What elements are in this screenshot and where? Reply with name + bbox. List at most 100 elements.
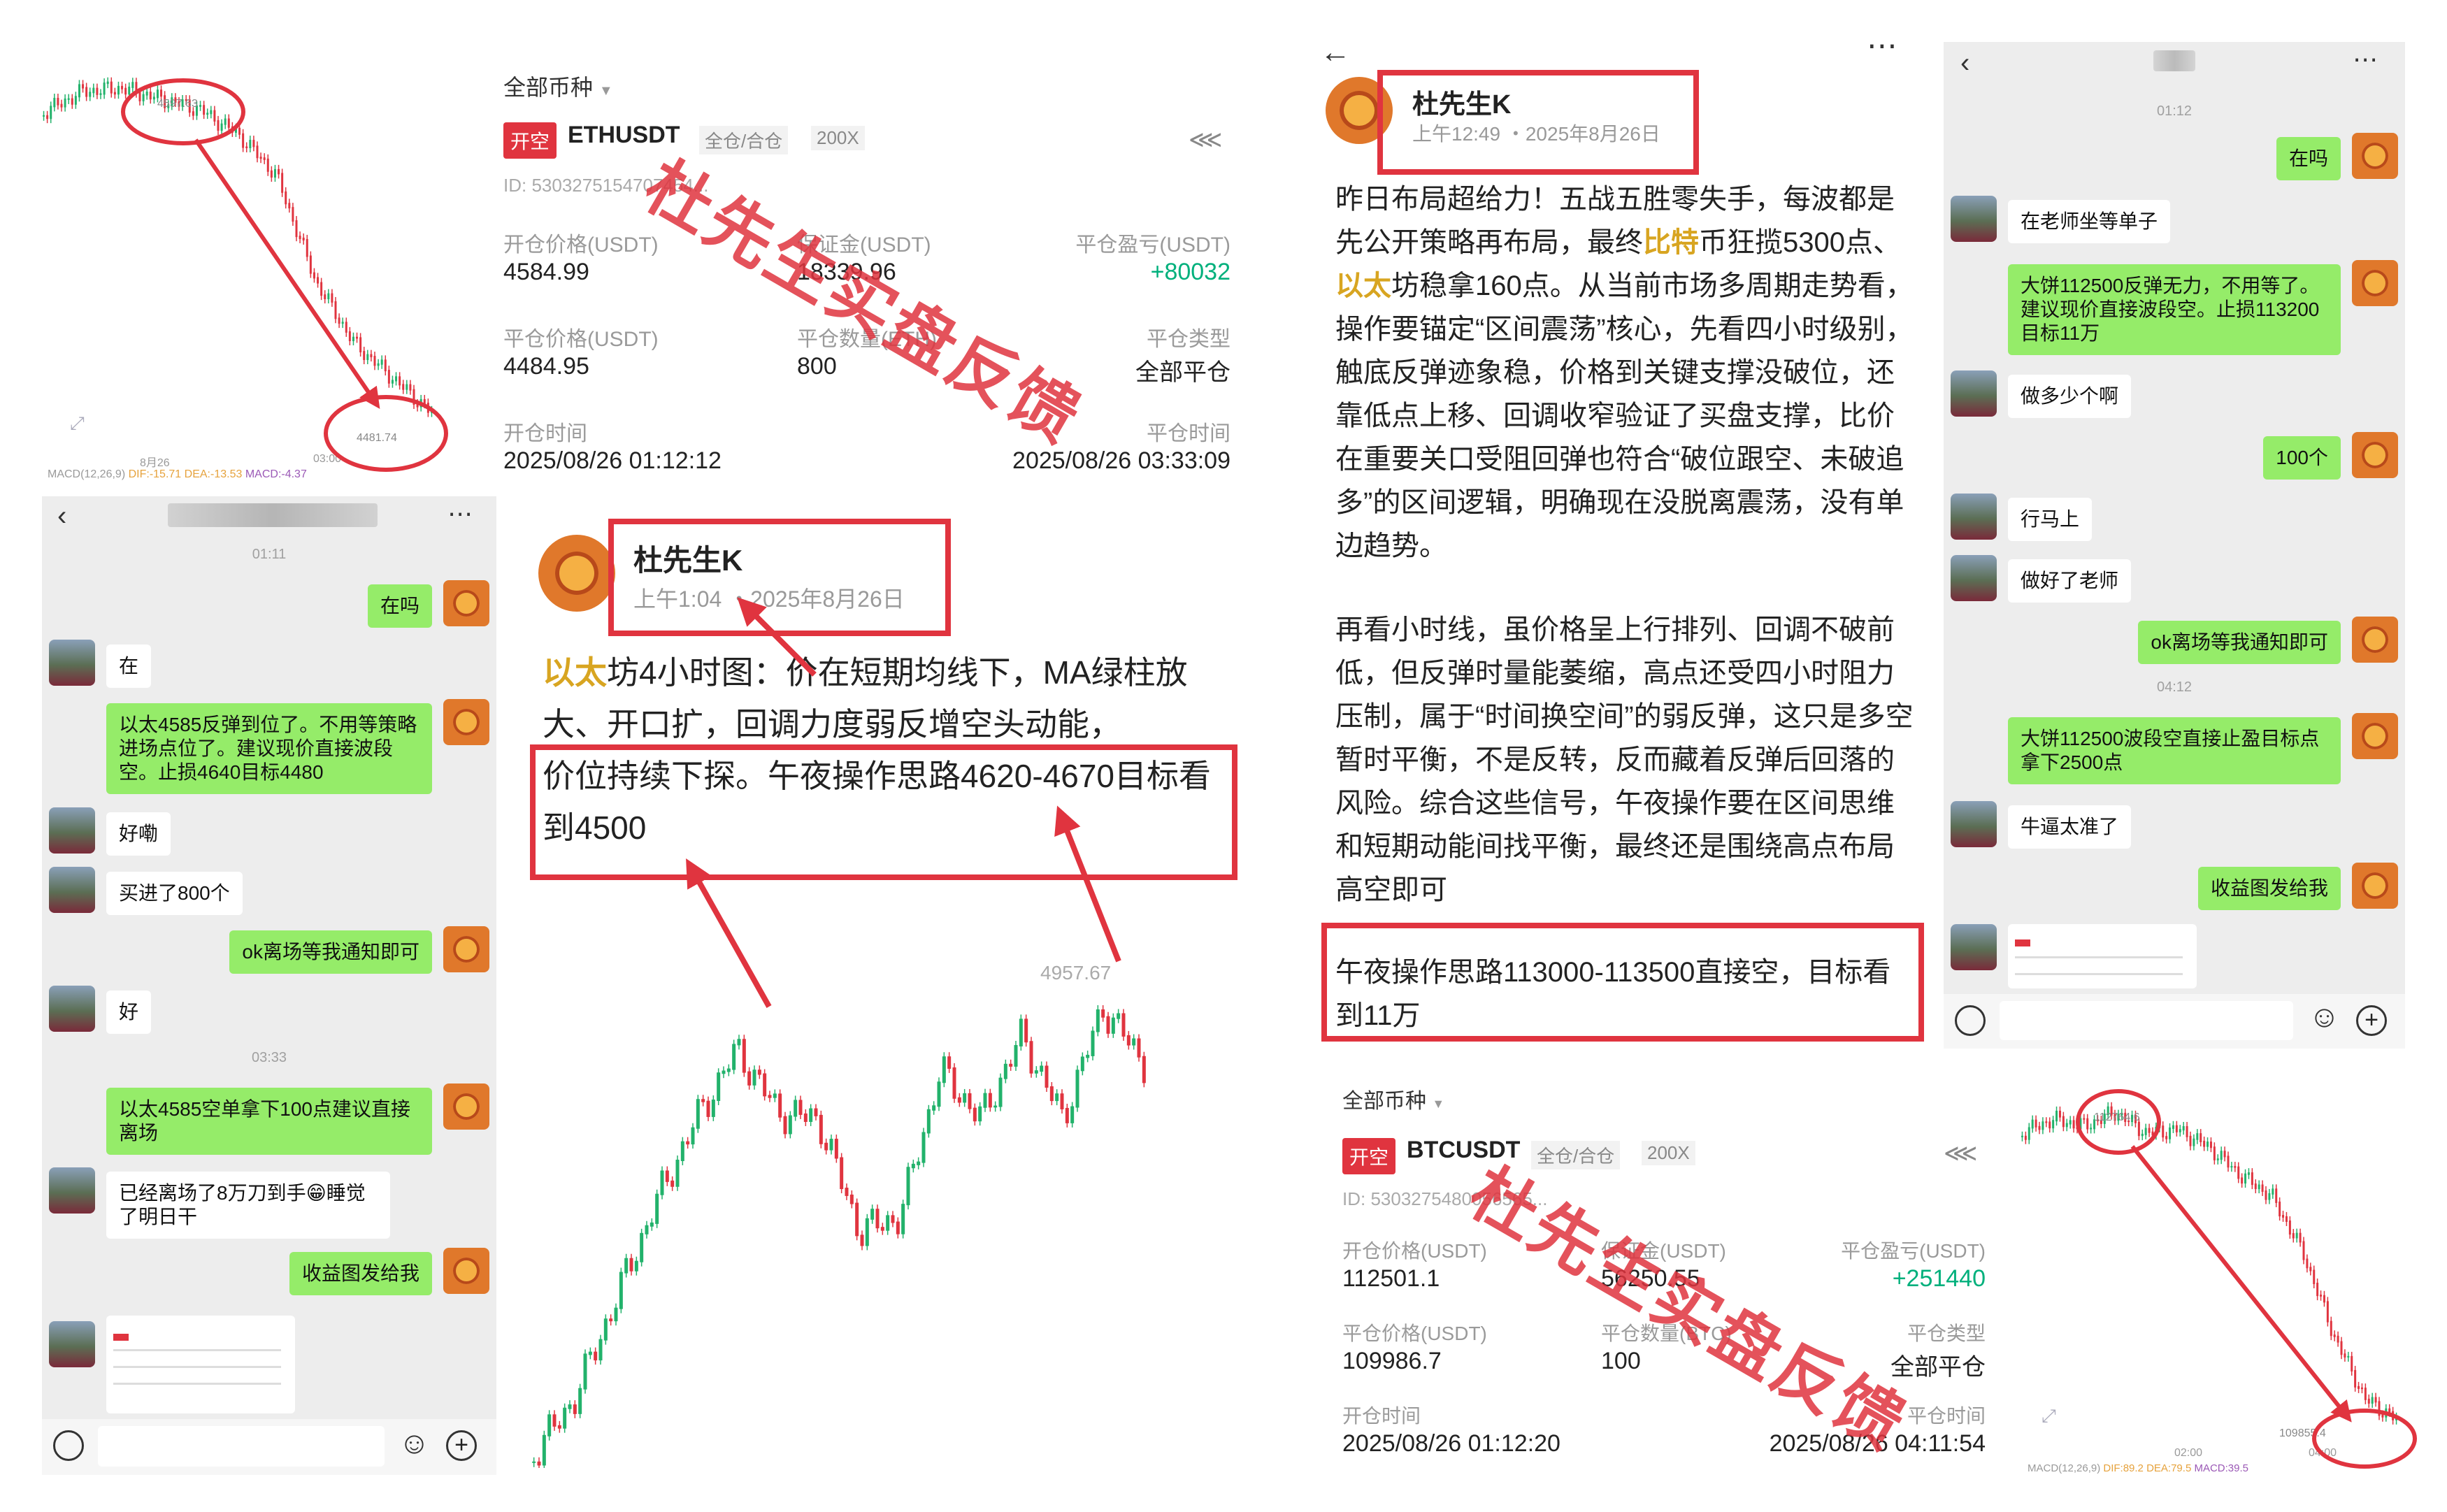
candle	[2155, 1126, 2158, 1136]
coin-filter-label: 全部币种	[1342, 1090, 1426, 1113]
candle	[2313, 1269, 2316, 1284]
candle	[2209, 1142, 2212, 1149]
candle	[726, 1068, 731, 1072]
chevron-left-icon[interactable]: ‹	[1960, 48, 1969, 79]
thumb-line	[2015, 973, 2183, 975]
avatar	[49, 1321, 95, 1367]
candle	[149, 92, 152, 100]
screenshot-thumbnail[interactable]	[106, 1316, 295, 1413]
emoji-icon[interactable]: ☺	[399, 1426, 430, 1461]
emoji-icon[interactable]: ☺	[2309, 1000, 2340, 1035]
btc-position-card: 全部币种 ▼ 开空 BTCUSDT 全仓/合仓 200X ⋘ ID: 53032…	[1328, 1070, 2021, 1489]
candle	[2065, 1123, 2068, 1128]
candle	[2360, 1387, 2363, 1390]
chevron-left-icon[interactable]: ‹	[57, 501, 66, 532]
plus-icon[interactable]: +	[2356, 1005, 2387, 1036]
candle	[2045, 1121, 2048, 1123]
avatar-bitcoin-icon	[443, 580, 489, 626]
message: 以太4585反弹到位了。不用等策略进场点位了。建议现价直接波段空。止损4640目…	[106, 703, 432, 794]
more-icon[interactable]: ⋯	[447, 499, 473, 528]
candle	[691, 1127, 695, 1145]
expand-icon[interactable]: ⤢	[2041, 1405, 2056, 1427]
screenshot-thumbnail[interactable]	[2008, 924, 2197, 988]
candle	[926, 1109, 931, 1134]
candle	[552, 1414, 557, 1427]
candle	[245, 146, 248, 148]
candle	[2254, 1183, 2257, 1190]
avatar	[49, 986, 95, 1032]
candle	[426, 403, 429, 413]
candle	[71, 98, 73, 105]
candle	[614, 1307, 618, 1322]
avatar-bitcoin-icon	[443, 1083, 489, 1130]
voice-icon[interactable]	[53, 1430, 84, 1461]
coin-filter[interactable]: 全部币种 ▼	[1342, 1083, 1444, 1114]
back-icon[interactable]: ←	[1320, 35, 1351, 70]
avatar	[1951, 801, 1997, 847]
candle	[210, 110, 213, 115]
coin-filter-label: 全部币种	[503, 75, 594, 100]
candle	[252, 140, 255, 147]
candle	[285, 191, 287, 205]
candle	[901, 1204, 905, 1234]
avatar	[1951, 555, 1997, 601]
timestamp: 04:12	[2156, 679, 2193, 695]
message-input[interactable]	[98, 1426, 385, 1467]
candle	[2048, 1121, 2051, 1129]
candle	[932, 1105, 936, 1111]
candle	[363, 351, 366, 361]
candle	[341, 322, 344, 324]
close-qty: 100	[1601, 1348, 1641, 1374]
expand-icon[interactable]: ⤢	[70, 412, 85, 435]
eth-high-label: 4597.63	[157, 98, 198, 110]
candle	[947, 1056, 952, 1069]
thumb-badge	[2015, 939, 2030, 946]
caret-down-icon: ▼	[1432, 1097, 1445, 1111]
candle	[768, 1095, 772, 1098]
candle	[655, 1193, 659, 1224]
candle	[660, 1170, 664, 1195]
avatar-bitcoin-icon	[538, 535, 615, 612]
message: 做多少个啊	[2008, 375, 2132, 418]
btc-post: ← ⋯ 杜先生K 上午12:49 ・2025年8月26日 昨日布局超给力！五战五…	[1314, 21, 1930, 1042]
plus-icon[interactable]: +	[446, 1430, 477, 1461]
candle	[2309, 1267, 2312, 1272]
candle	[542, 1434, 546, 1466]
candle	[886, 1215, 890, 1231]
open-time: 2025/08/26 01:12:12	[503, 447, 722, 474]
voice-icon[interactable]	[1955, 1005, 1986, 1036]
candle	[798, 1100, 803, 1115]
candle	[624, 1258, 629, 1274]
candle	[603, 1318, 608, 1341]
candle	[2230, 1166, 2233, 1168]
avatar	[1951, 494, 1997, 540]
message-input[interactable]	[2000, 1001, 2293, 1040]
candle	[763, 1073, 767, 1097]
message: 在老师坐等单子	[2008, 200, 2171, 243]
candle	[865, 1218, 869, 1246]
share-icon[interactable]: ⋘	[1944, 1139, 1977, 1167]
candle	[2285, 1216, 2288, 1222]
avatar	[49, 1167, 95, 1214]
more-icon[interactable]: ⋯	[1867, 28, 1897, 64]
candle	[921, 1132, 926, 1163]
coin-filter[interactable]: 全部币种 ▼	[503, 70, 613, 102]
candle	[391, 380, 394, 384]
thumb-line	[113, 1349, 281, 1351]
more-icon[interactable]: ⋯	[2353, 45, 2378, 74]
message: 100个	[2263, 436, 2341, 480]
message: 收益图发给我	[2197, 867, 2341, 910]
candle	[891, 1215, 895, 1223]
pnl-label: 平仓盈亏(USDT)	[1841, 1240, 1986, 1262]
share-icon[interactable]: ⋘	[1189, 126, 1222, 154]
avatar-bitcoin-icon	[443, 926, 489, 972]
candle	[160, 89, 163, 97]
candle	[409, 384, 412, 391]
avatar	[49, 867, 95, 913]
candle	[717, 1072, 721, 1101]
eth-dea: DEA:-13.53	[184, 468, 243, 480]
candle	[1055, 1093, 1059, 1102]
candle	[224, 118, 227, 125]
candle	[295, 220, 298, 238]
thumb-line	[113, 1366, 281, 1368]
